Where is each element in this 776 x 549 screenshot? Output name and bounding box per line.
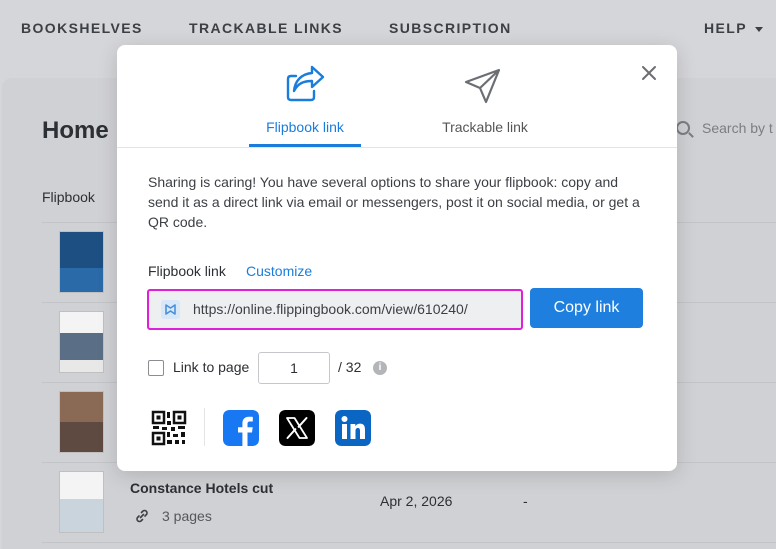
link-icon [136, 509, 148, 523]
flipbook-thumbnail[interactable] [59, 311, 104, 373]
flipbook-date: Apr 2, 2026 [380, 493, 453, 509]
facebook-icon[interactable] [223, 410, 259, 446]
nav-subscription[interactable]: SUBSCRIPTION [389, 20, 512, 36]
page-number-input[interactable]: 1 [258, 352, 330, 384]
divider [117, 147, 677, 148]
close-icon[interactable] [639, 63, 659, 83]
search-icon [676, 121, 690, 135]
nav-trackable-links[interactable]: TRACKABLE LINKS [189, 20, 343, 36]
flipbook-thumbnail[interactable] [59, 471, 104, 533]
link-to-page-label: Link to page [173, 359, 250, 375]
link-to-page-checkbox[interactable] [148, 360, 164, 376]
column-header-flipbook: Flipbook [42, 189, 95, 205]
flippingbook-logo-icon [161, 300, 180, 319]
divider [204, 408, 205, 446]
flipbook-thumbnail[interactable] [59, 391, 104, 453]
share-dialog [117, 45, 677, 471]
tab-flipbook-link[interactable]: Flipbook link [249, 45, 361, 148]
customize-link[interactable]: Customize [246, 263, 312, 279]
tab-flipbook-link-label: Flipbook link [266, 119, 344, 135]
flipbook-url: https://online.flippingbook.com/view/610… [193, 301, 468, 317]
qr-code-icon[interactable] [151, 410, 187, 446]
search-box[interactable]: Search by t [676, 120, 773, 136]
chevron-down-icon [754, 26, 763, 32]
x-icon[interactable] [279, 410, 315, 446]
share-description: Sharing is caring! You have several opti… [148, 174, 640, 230]
paper-plane-icon [464, 68, 501, 104]
info-icon[interactable]: i [373, 361, 387, 375]
tab-trackable-link[interactable]: Trackable link [425, 45, 545, 148]
copy-link-button[interactable]: Copy link [530, 288, 643, 328]
nav-bookshelves[interactable]: BOOKSHELVES [21, 20, 143, 36]
page-title: Home [42, 117, 109, 144]
flipbook-link-label: Flipbook link [148, 263, 226, 279]
flipbook-url-field[interactable]: https://online.flippingbook.com/view/610… [147, 289, 523, 330]
nav-help-label: HELP [704, 20, 747, 36]
flipbook-pages: 3 pages [162, 508, 212, 524]
flipbook-thumbnail[interactable] [59, 231, 104, 293]
divider [42, 542, 776, 543]
flipbook-views: - [523, 493, 528, 509]
search-placeholder: Search by t [702, 120, 773, 136]
tab-trackable-link-label: Trackable link [442, 119, 528, 135]
page-total: / 32 [338, 359, 362, 375]
linkedin-icon[interactable] [335, 410, 371, 446]
flipbook-name[interactable]: Constance Hotels cut [130, 480, 273, 496]
share-arrow-icon [286, 65, 325, 102]
nav-help[interactable]: HELP [704, 20, 763, 36]
